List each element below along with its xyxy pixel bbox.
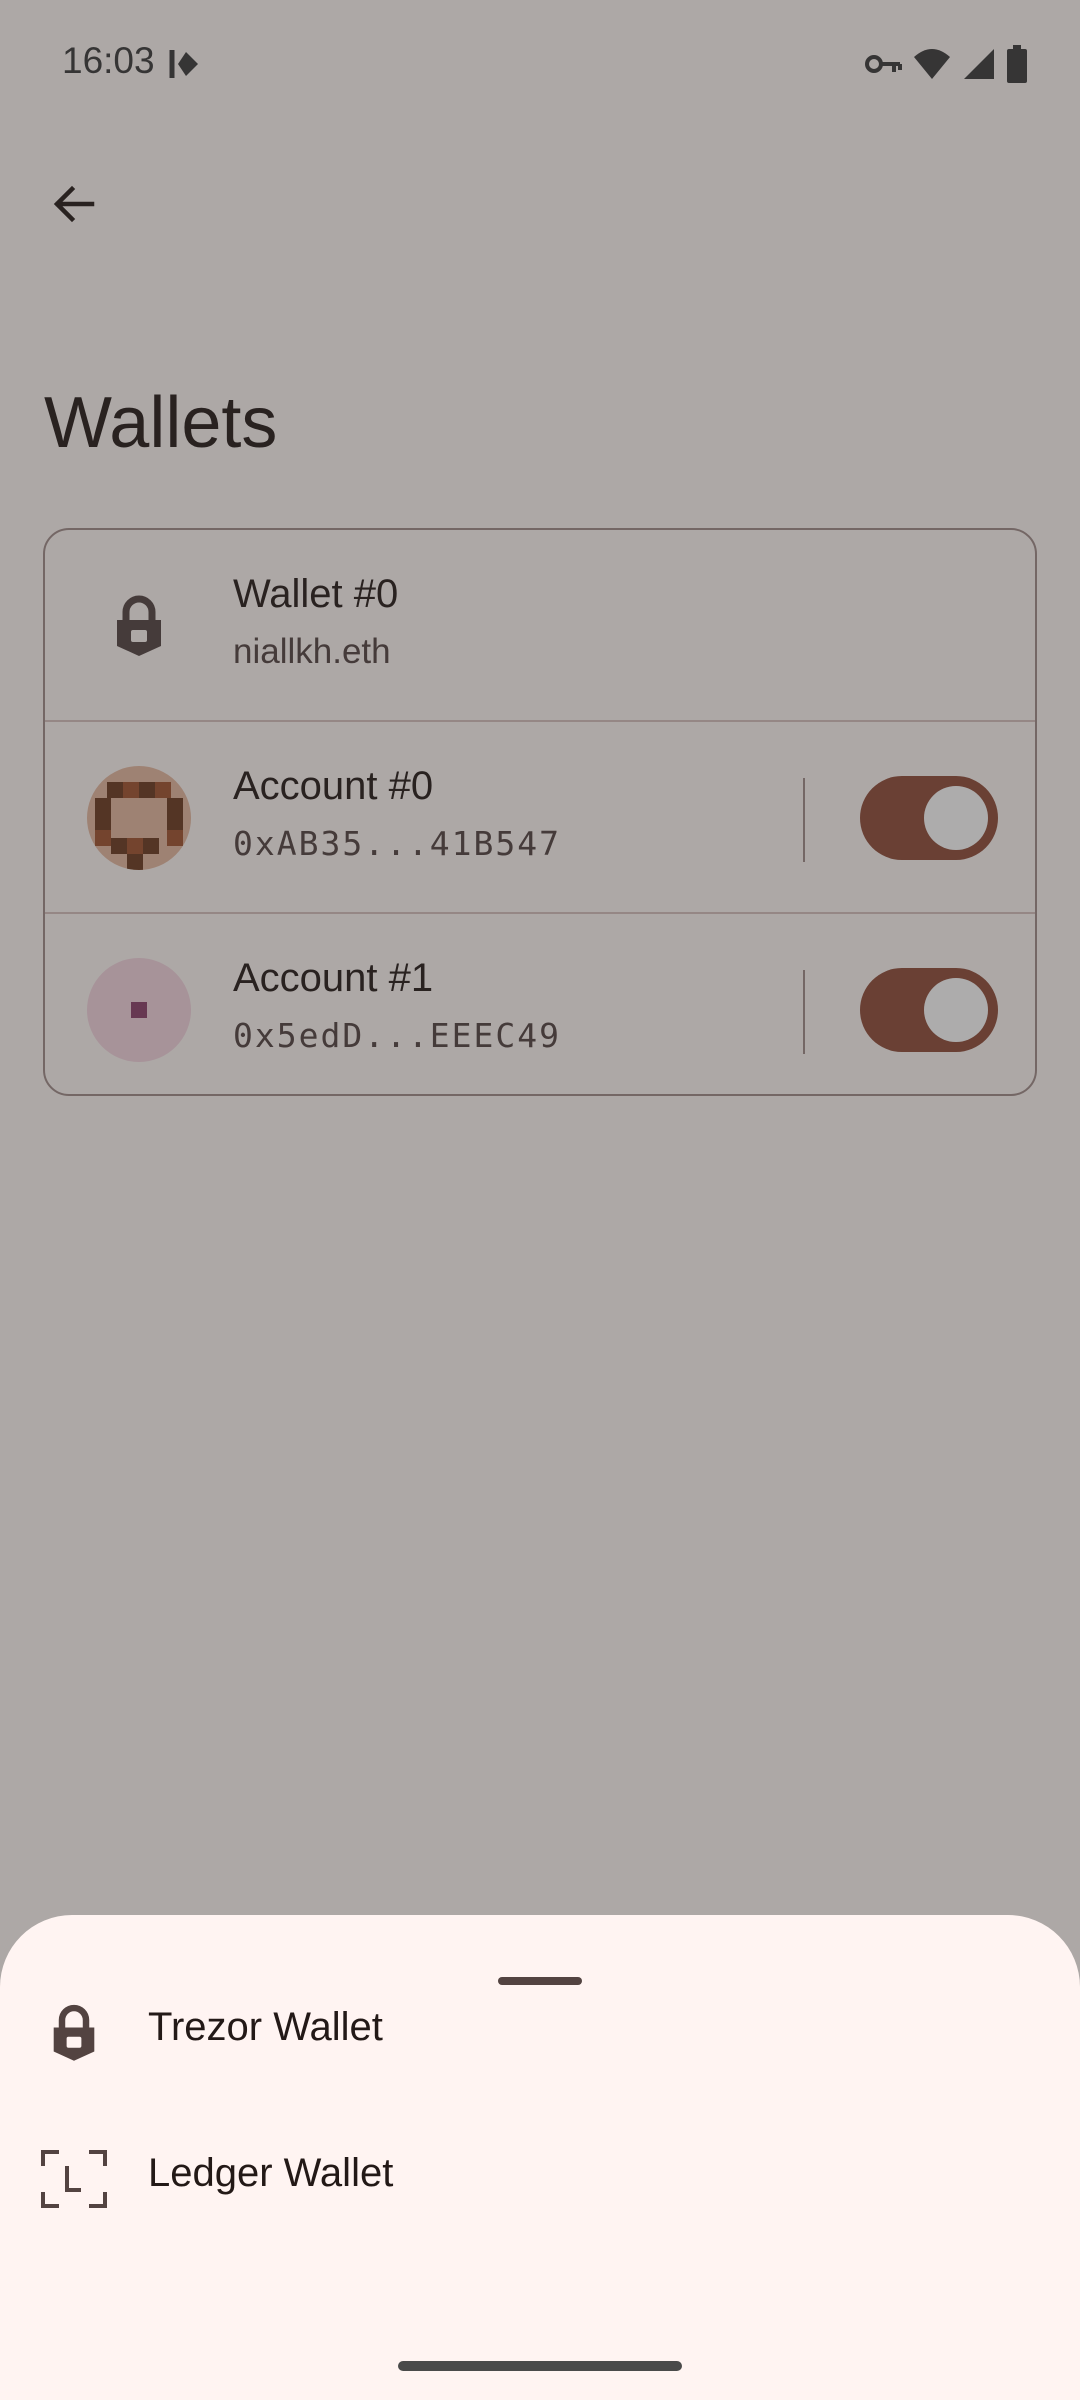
ledger-wallet-option[interactable]: Ledger Wallet: [0, 2111, 1080, 2239]
lock-icon: [38, 1997, 110, 2069]
ledger-scan-icon: [38, 2143, 110, 2215]
bottom-sheet: Trezor Wallet Ledger Wallet: [0, 1915, 1080, 2400]
trezor-wallet-label: Trezor Wallet: [148, 2005, 383, 2049]
trezor-wallet-option[interactable]: Trezor Wallet: [0, 1965, 1080, 2093]
ledger-wallet-label: Ledger Wallet: [148, 2151, 394, 2195]
gesture-nav-handle[interactable]: [398, 2361, 682, 2371]
